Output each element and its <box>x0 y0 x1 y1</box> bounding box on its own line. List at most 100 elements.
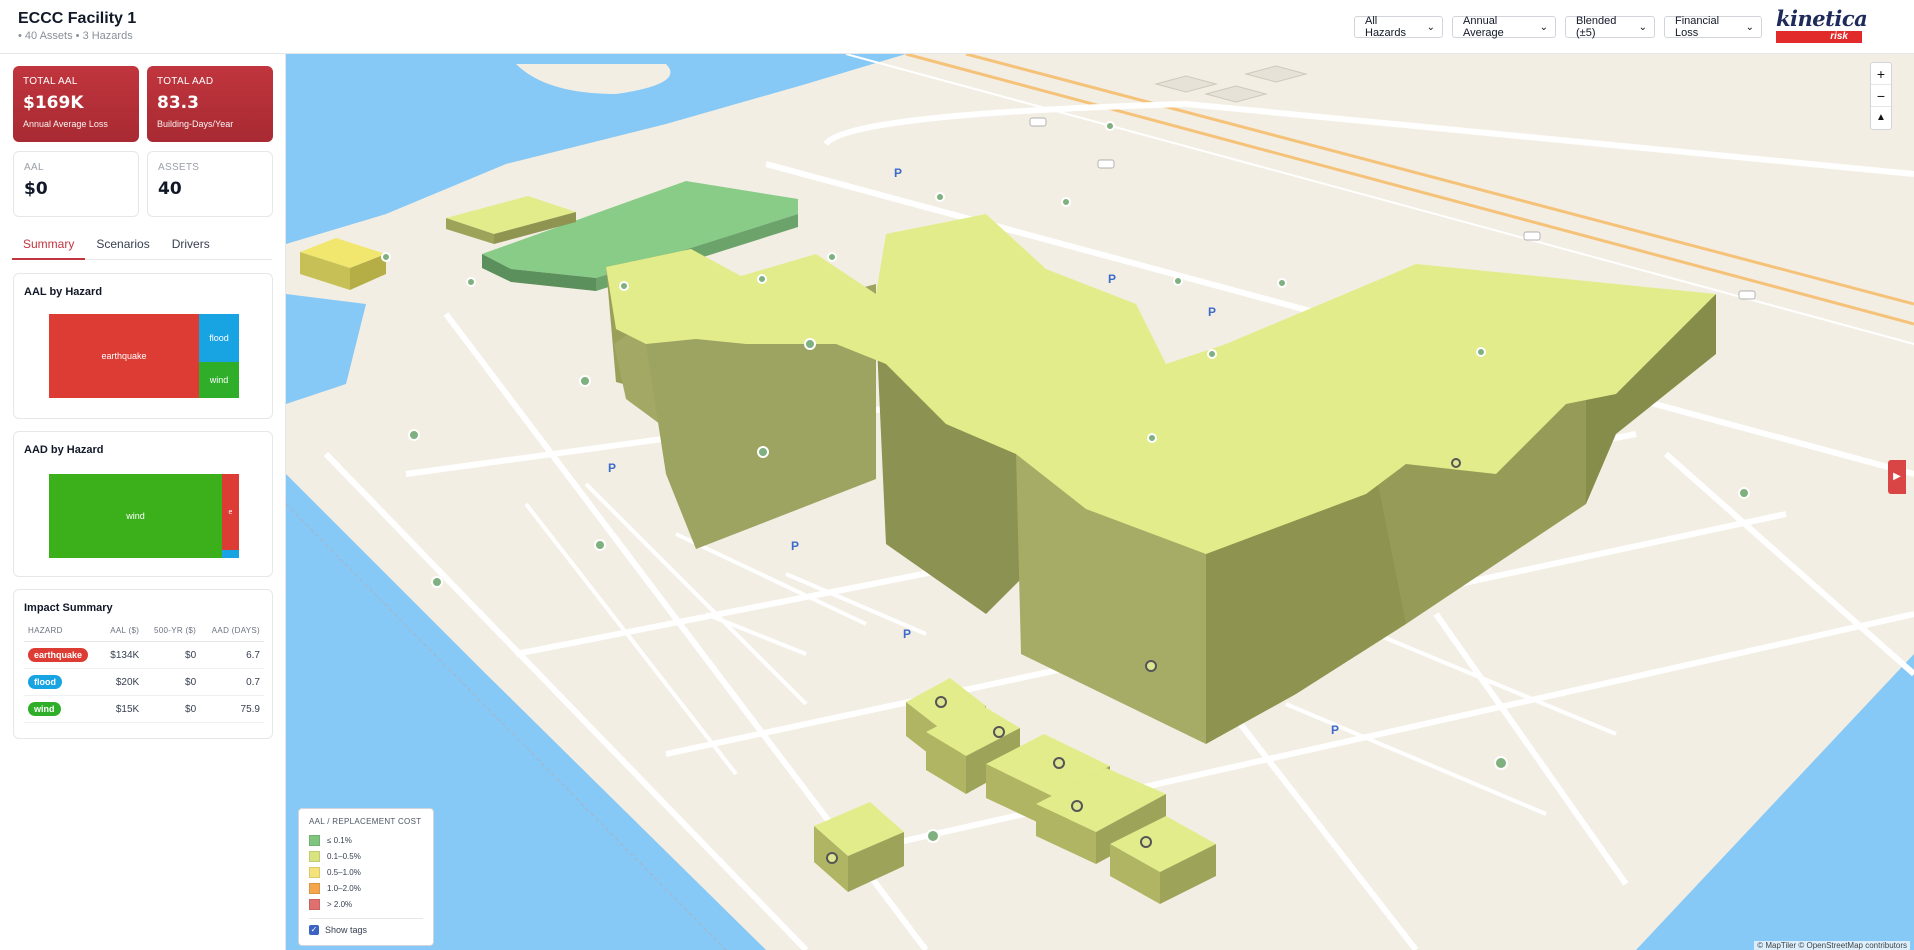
checkbox-checked-icon[interactable]: ✓ <box>309 925 319 935</box>
legend-swatch <box>309 898 320 910</box>
asset-marker[interactable] <box>1207 349 1217 359</box>
impact-summary-card: Impact Summary HAZARD AAL ($) 500-YR ($)… <box>13 589 273 739</box>
legend-title: AAL / REPLACEMENT COST <box>309 817 422 826</box>
legend-label: ≤ 0.1% <box>327 835 352 845</box>
compass-button[interactable]: ▲ <box>1871 107 1891 129</box>
hazard-badge: wind <box>28 702 61 716</box>
asset-marker[interactable] <box>1173 276 1183 286</box>
treemap-cell-wind[interactable]: wind <box>199 362 239 398</box>
road-shield <box>1738 290 1756 300</box>
map-canvas[interactable]: P P P P P P P <box>286 54 1914 950</box>
sidebar: TOTAL AAL $169K Annual Average Loss TOTA… <box>0 54 286 950</box>
tab-bar: Summary Scenarios Drivers <box>12 234 272 260</box>
legend-swatch <box>309 834 320 846</box>
asset-marker[interactable] <box>935 192 945 202</box>
cell-500yr: $0 <box>143 695 201 723</box>
asset-marker[interactable] <box>466 277 476 287</box>
asset-marker[interactable] <box>431 576 443 588</box>
asset-marker[interactable] <box>1494 756 1508 770</box>
map-attribution[interactable]: © MapTiler © OpenStreetMap contributors <box>1754 941 1910 950</box>
blend-select-value: Blended (±5) <box>1576 15 1617 39</box>
treemap-cell-flood[interactable]: flood <box>199 314 239 362</box>
zoom-in-button[interactable]: + <box>1871 63 1891 85</box>
card-title: AAL by Hazard <box>24 286 103 298</box>
card-title: Impact Summary <box>24 602 113 614</box>
asset-marker[interactable] <box>926 829 940 843</box>
tab-drivers[interactable]: Drivers <box>161 234 221 260</box>
asset-marker[interactable] <box>594 539 606 551</box>
logo-tagline: risk <box>1776 31 1862 43</box>
filter-bar: All Hazards ⌄ Annual Average ⌄ Blended (±5… <box>1354 15 1762 39</box>
column-header: HAZARD <box>24 622 102 642</box>
asset-marker[interactable] <box>579 375 591 387</box>
asset-marker[interactable] <box>1738 487 1750 499</box>
cell-aad: 75.9 <box>200 695 264 723</box>
zoom-control: + − ▲ <box>1870 62 1892 130</box>
asset-marker[interactable] <box>1071 800 1083 812</box>
asset-marker[interactable] <box>757 274 767 284</box>
asset-marker[interactable] <box>1145 660 1157 672</box>
parking-label: P <box>903 627 911 641</box>
blend-select[interactable]: Blended (±5) ⌄ <box>1565 15 1655 39</box>
aal-by-hazard-card: AAL by Hazard earthquake flood wind <box>13 273 273 419</box>
tab-summary[interactable]: Summary <box>12 234 86 260</box>
kpi-value: $0 <box>24 179 48 199</box>
parking-label: P <box>1208 305 1216 319</box>
cell-aal: $15K <box>101 695 144 723</box>
column-header: AAD (DAYS) <box>200 622 264 642</box>
page-title: ECCC Facility 1 <box>18 10 137 27</box>
asset-marker[interactable] <box>1451 458 1461 468</box>
cell-500yr: $0 <box>143 668 201 696</box>
cell-500yr: $0 <box>143 641 201 669</box>
asset-marker[interactable] <box>827 252 837 262</box>
tab-scenarios[interactable]: Scenarios <box>85 234 160 260</box>
parking-label: P <box>1331 723 1339 737</box>
kpi-sub: Annual Average Loss <box>23 119 108 129</box>
asset-marker[interactable] <box>1053 757 1065 769</box>
asset-marker[interactable] <box>935 696 947 708</box>
kpi-total-aad: TOTAL AAD 83.3 Building-Days/Year <box>147 66 273 142</box>
period-select-value: Annual Average <box>1463 15 1504 39</box>
treemap-cell-flood[interactable] <box>222 550 239 558</box>
zoom-out-button[interactable]: − <box>1871 85 1891 107</box>
kpi-label: ASSETS <box>158 162 200 173</box>
hazard-badge: flood <box>28 675 62 689</box>
asset-marker[interactable] <box>757 446 769 458</box>
panel-toggle-button[interactable]: ▶ <box>1888 460 1906 494</box>
aad-by-hazard-card: AAD by Hazard wind e <box>13 431 273 577</box>
legend-label: 0.1–0.5% <box>327 851 361 861</box>
map-view[interactable]: P P P P P P P + − ▲ ▶ AAL / REPLACEMENT … <box>286 54 1914 950</box>
kpi-value: $169K <box>23 93 84 113</box>
asset-marker[interactable] <box>1061 197 1071 207</box>
asset-marker[interactable] <box>826 852 838 864</box>
road-shield <box>1097 159 1115 169</box>
asset-marker[interactable] <box>408 429 420 441</box>
treemap-cell-wind[interactable]: wind <box>49 474 222 558</box>
parking-label: P <box>1108 272 1116 286</box>
show-tags-toggle[interactable]: ✓ Show tags <box>309 918 423 935</box>
legend-swatch <box>309 866 320 878</box>
treemap-cell-earthquake[interactable]: e <box>222 474 239 550</box>
impact-summary-table: HAZARD AAL ($) 500-YR ($) AAD (DAYS) ear… <box>24 622 264 723</box>
asset-marker[interactable] <box>993 726 1005 738</box>
column-header: 500-YR ($) <box>143 622 201 642</box>
legend-label: 0.5–1.0% <box>327 867 361 877</box>
treemap-cell-earthquake[interactable]: earthquake <box>49 314 199 398</box>
asset-marker[interactable] <box>1277 278 1287 288</box>
metric-select[interactable]: Financial Loss ⌄ <box>1664 15 1762 39</box>
table-row: wind $15K $0 75.9 <box>24 695 264 723</box>
asset-marker[interactable] <box>1476 347 1486 357</box>
hazard-select[interactable]: All Hazards ⌄ <box>1354 15 1443 39</box>
asset-marker[interactable] <box>1140 836 1152 848</box>
table-row: flood $20K $0 0.7 <box>24 668 264 696</box>
asset-marker[interactable] <box>381 252 391 262</box>
kpi-assets: ASSETS 40 <box>147 151 273 217</box>
period-select[interactable]: Annual Average ⌄ <box>1452 15 1556 39</box>
legend-item: 0.1–0.5% <box>309 848 423 864</box>
asset-marker[interactable] <box>1147 433 1157 443</box>
asset-marker[interactable] <box>619 281 629 291</box>
kpi-sub: Building-Days/Year <box>157 119 234 129</box>
legend-label: > 2.0% <box>327 899 353 909</box>
asset-marker[interactable] <box>804 338 816 350</box>
asset-marker[interactable] <box>1105 121 1115 131</box>
